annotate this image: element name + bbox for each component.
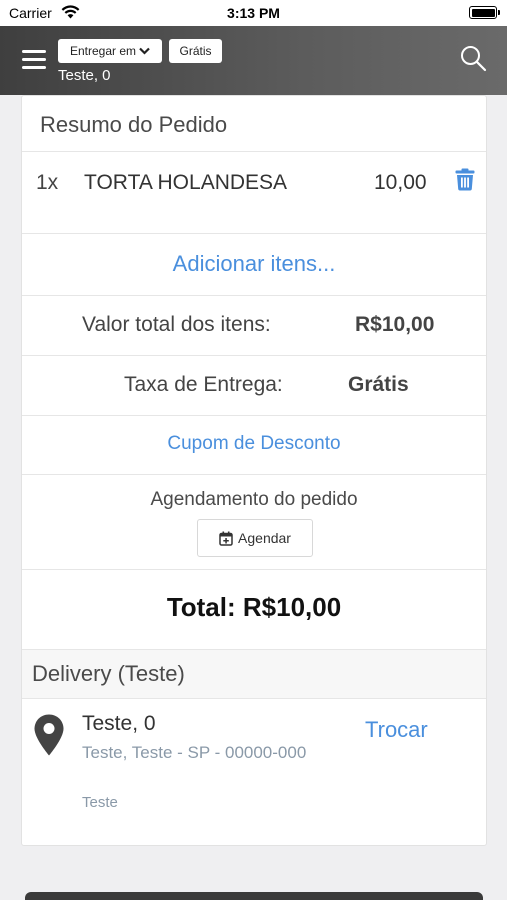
- item-price: 10,00: [374, 171, 427, 194]
- delivery-fee-row: Taxa de Entrega: Grátis: [22, 356, 486, 416]
- delivery-header: Delivery (Teste): [22, 650, 486, 699]
- order-summary-card: Resumo do Pedido 1x TORTA HOLANDESA 10,0…: [21, 95, 487, 846]
- item-name: TORTA HOLANDESA: [84, 171, 288, 194]
- order-summary-header: Resumo do Pedido: [22, 96, 486, 152]
- schedule-label: Agendamento do pedido: [150, 489, 358, 510]
- battery-icon: [469, 6, 500, 19]
- delivery-fee-badge-label: Grátis: [179, 44, 212, 58]
- items-total-label: Valor total dos itens:: [82, 313, 271, 336]
- address-line-3: Teste: [82, 794, 118, 811]
- item-quantity: 1x: [36, 171, 59, 194]
- add-items-link[interactable]: Adicionar itens...: [22, 251, 486, 277]
- address-line-1: Teste, 0: [82, 712, 156, 735]
- app-header: Entregar em Grátis Teste, 0: [0, 26, 507, 95]
- deliver-to-dropdown[interactable]: Entregar em: [58, 39, 162, 63]
- schedule-button-label: Agendar: [238, 530, 291, 546]
- trash-icon[interactable]: [455, 168, 475, 191]
- search-icon[interactable]: [459, 44, 487, 72]
- schedule-button[interactable]: Agendar: [197, 519, 313, 557]
- deliver-to-label: Entregar em: [69, 44, 137, 58]
- add-items-row: Adicionar itens...: [22, 234, 486, 296]
- list-item: 1x TORTA HOLANDESA 10,00: [22, 152, 486, 234]
- clock-time: 3:13 PM: [227, 5, 280, 21]
- menu-icon[interactable]: [22, 50, 46, 70]
- header-address: Teste, 0: [58, 67, 111, 84]
- items-total-value: R$10,00: [355, 313, 435, 336]
- coupon-row: Cupom de Desconto: [22, 416, 486, 475]
- address-line-2: Teste, Teste - SP - 00000-000: [82, 743, 307, 762]
- delivery-address: Teste, 0 Teste, Teste - SP - 00000-000 T…: [22, 699, 486, 847]
- grand-total: Total: R$10,00: [166, 592, 342, 622]
- delivery-title: Delivery (Teste): [32, 661, 185, 686]
- map-pin-icon: [34, 714, 64, 756]
- grand-total-row: Total: R$10,00: [22, 570, 486, 650]
- schedule-row: Agendamento do pedido Agendar: [22, 475, 486, 570]
- chevron-down-icon: [139, 47, 150, 55]
- coupon-link[interactable]: Cupom de Desconto: [22, 433, 486, 455]
- calendar-plus-icon: [219, 531, 233, 546]
- items-total-row: Valor total dos itens: R$10,00: [22, 296, 486, 356]
- change-address-link[interactable]: Trocar: [365, 717, 428, 743]
- order-summary-title: Resumo do Pedido: [40, 112, 228, 137]
- delivery-fee-value: Grátis: [348, 373, 409, 396]
- status-bar: Carrier 3:13 PM: [0, 0, 507, 26]
- delivery-fee-badge[interactable]: Grátis: [169, 39, 222, 63]
- delivery-fee-label: Taxa de Entrega:: [124, 373, 283, 396]
- checkout-button[interactable]: [25, 892, 483, 900]
